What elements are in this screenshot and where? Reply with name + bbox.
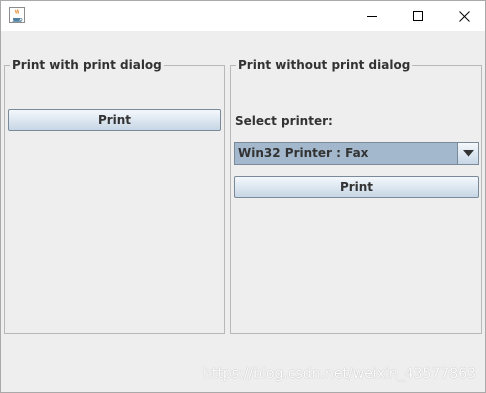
watermark: https://blog.csdn.net/weixin_43577863 [202, 366, 476, 382]
print-without-dialog-button[interactable]: Print [234, 176, 479, 198]
print-with-dialog-panel: Print with print dialog [4, 58, 225, 334]
print-without-dialog-panel: Print without print dialog [230, 58, 482, 334]
app-window: Print with print dialog Print Print with… [0, 0, 486, 393]
printer-select-value: Win32 Printer : Fax [238, 146, 369, 160]
print-with-dialog-button[interactable]: Print [8, 109, 221, 131]
printer-select[interactable]: Win32 Printer : Fax [234, 142, 479, 165]
select-printer-label: Select printer: [235, 114, 333, 128]
panel-title: Print with print dialog [10, 58, 164, 72]
printer-select-arrow-button[interactable] [457, 143, 478, 164]
panel-title: Print without print dialog [236, 58, 413, 72]
chevron-down-icon [462, 150, 474, 157]
